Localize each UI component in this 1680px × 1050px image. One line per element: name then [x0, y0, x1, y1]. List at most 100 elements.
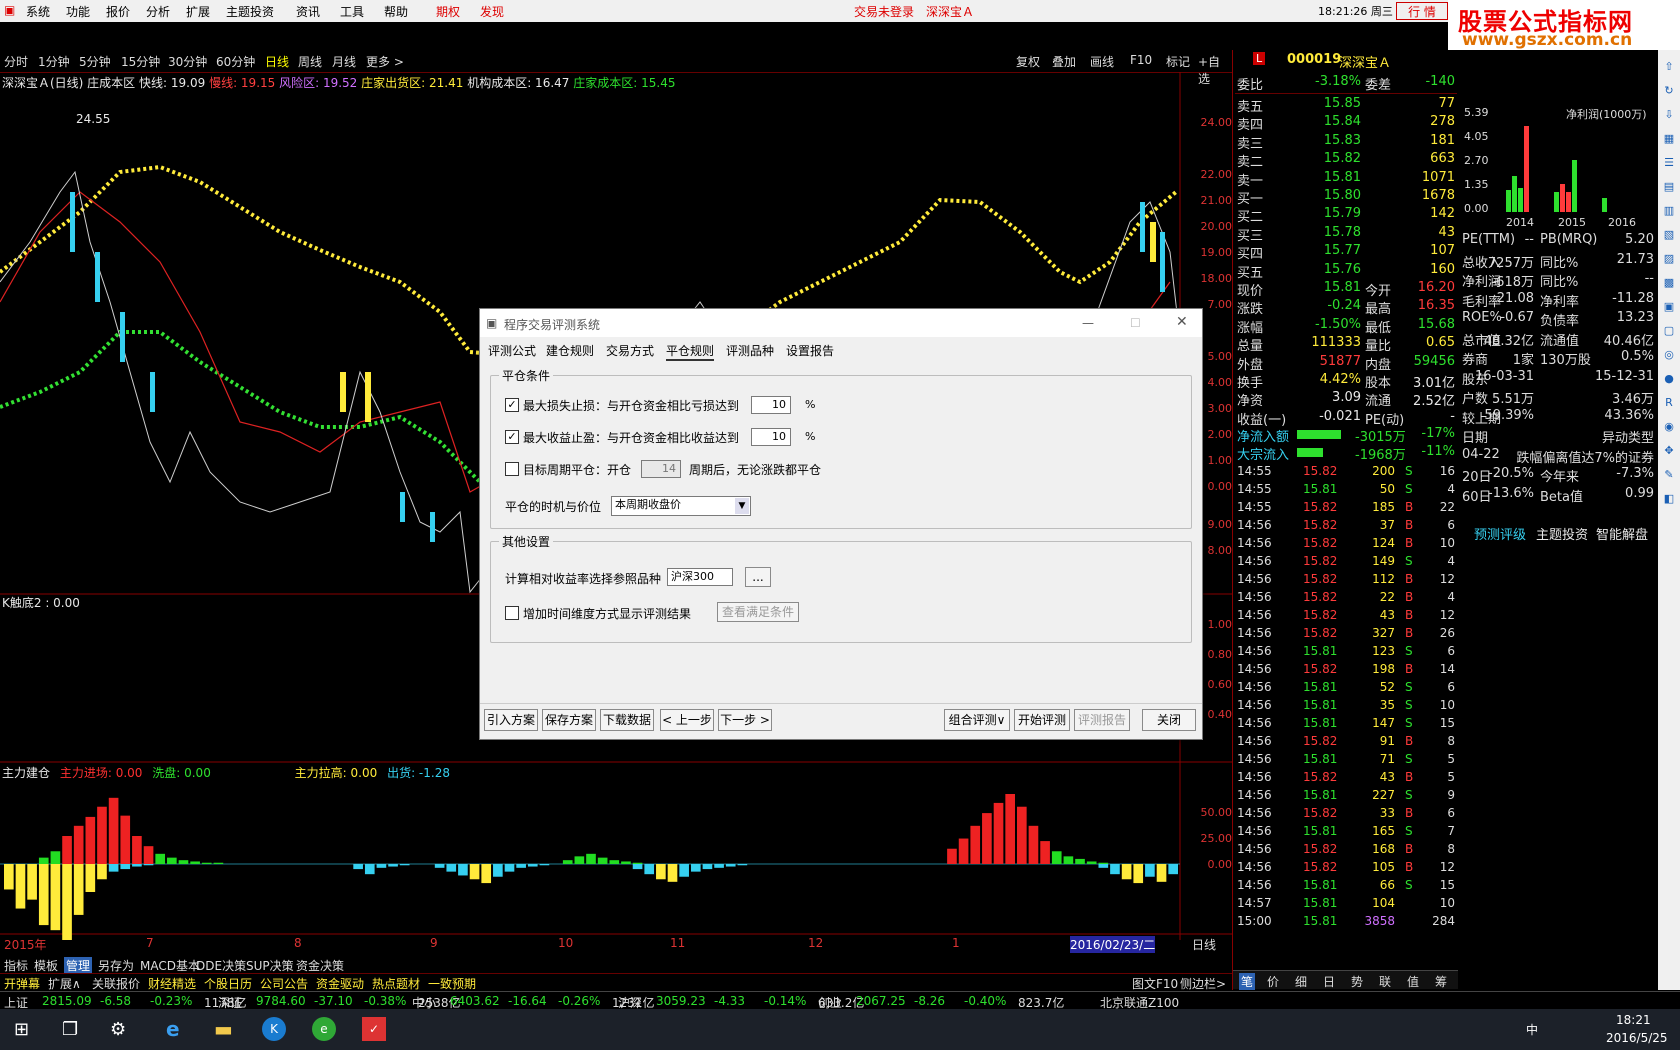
stop-icon[interactable]: ◉	[1662, 420, 1676, 434]
tab-value[interactable]: 值	[1407, 973, 1419, 990]
dot-icon[interactable]: ●	[1662, 372, 1676, 386]
takeprofit-checkbox[interactable]: ✓	[505, 430, 519, 444]
btn-sup[interactable]: SUP决策	[246, 957, 294, 974]
tool-overlay[interactable]: 叠加	[1052, 53, 1076, 70]
list-icon[interactable]: ☰	[1662, 156, 1676, 170]
edge-icon[interactable]: e	[166, 1017, 180, 1041]
time-dim-checkbox[interactable]	[505, 606, 519, 620]
btn-stock-calendar[interactable]: 个股日历	[204, 975, 252, 992]
k-app-icon[interactable]: K	[262, 1017, 286, 1041]
menu-theme[interactable]: 主题投资	[226, 3, 274, 20]
refresh-icon[interactable]: ↻	[1662, 84, 1676, 98]
btn-f10-text[interactable]: 图文F10	[1132, 975, 1178, 992]
next-step-button[interactable]: 下一步 >	[718, 709, 772, 731]
tab-formula[interactable]: 评测公式	[488, 342, 536, 359]
link-forecast[interactable]: 预测评级	[1474, 524, 1526, 543]
tab-ticks[interactable]: 笔	[1239, 973, 1256, 990]
chevron-down-icon[interactable]: ▼	[735, 498, 749, 514]
tab-instruments[interactable]: 评测品种	[726, 342, 774, 359]
btn-save-as[interactable]: 另存为	[98, 957, 134, 974]
task-view-icon[interactable]: ❐	[62, 1019, 78, 1040]
tab-open-rules[interactable]: 建仓规则	[546, 342, 594, 359]
tab-detail[interactable]: 细	[1295, 973, 1307, 990]
grid-icon[interactable]: ▦	[1662, 132, 1676, 146]
windows-start-icon[interactable]: ⊞	[14, 1019, 29, 1040]
btn-announcement[interactable]: 公司公告	[260, 975, 308, 992]
trade-toggle[interactable]: 行 情	[1396, 2, 1448, 20]
down-arrow-icon[interactable]: ⇩	[1662, 108, 1676, 122]
app-icon[interactable]: ⚙	[110, 1019, 126, 1040]
target-icon[interactable]: ◎	[1662, 348, 1676, 362]
period-30min[interactable]: 30分钟	[168, 53, 207, 70]
btn-finance-news[interactable]: 财经精选	[148, 975, 196, 992]
minimize-icon[interactable]: —	[1082, 316, 1094, 330]
tab-chips[interactable]: 筹	[1435, 973, 1447, 990]
tool-draw[interactable]: 画线	[1090, 53, 1114, 70]
tab-day[interactable]: 日	[1323, 973, 1335, 990]
btn-manage[interactable]: 管理	[64, 957, 93, 974]
btn-fund[interactable]: 资金决策	[296, 957, 344, 974]
menu-options[interactable]: 期权	[436, 3, 460, 20]
stoploss-checkbox[interactable]: ✓	[505, 398, 519, 412]
btn-consensus[interactable]: 一致预期	[428, 975, 476, 992]
download-data-button[interactable]: 下载数据	[600, 709, 654, 731]
f2-icon[interactable]: ▣	[1662, 300, 1676, 314]
menu-quote[interactable]: 报价	[106, 3, 130, 20]
pen-icon[interactable]: ✎	[1662, 468, 1676, 482]
login-status[interactable]: 交易未登录	[854, 3, 914, 20]
period-5min[interactable]: 5分钟	[79, 53, 111, 70]
menu-help[interactable]: 帮助	[384, 3, 408, 20]
ref-input[interactable]: 沪深300	[667, 568, 733, 586]
ref-browse-button[interactable]: ...	[745, 567, 771, 587]
period-60min[interactable]: 60分钟	[216, 53, 255, 70]
tab-report-settings[interactable]: 设置报告	[786, 342, 834, 359]
kline-icon[interactable]: ▥	[1662, 204, 1676, 218]
folder-icon[interactable]: ▬	[214, 1017, 233, 1041]
period-daily[interactable]: 日线	[265, 53, 289, 70]
period-more[interactable]: 更多 >	[366, 53, 404, 70]
btn-fund-drive[interactable]: 资金驱动	[316, 975, 364, 992]
tool-mark[interactable]: 标记	[1166, 53, 1190, 70]
stock-app-icon[interactable]: ✓	[362, 1017, 386, 1041]
btn-template[interactable]: 模板	[34, 957, 58, 974]
stoploss-input[interactable]: 10	[751, 396, 791, 414]
btn-extend[interactable]: 扩展∧	[48, 975, 81, 992]
import-plan-button[interactable]: 引入方案	[484, 709, 538, 731]
timing-select[interactable]: 本周期收盘价 ▼	[611, 496, 751, 516]
btn-hot-topic[interactable]: 热点题材	[372, 975, 420, 992]
move-icon[interactable]: ✥	[1662, 444, 1676, 458]
tab-linked[interactable]: 联	[1379, 973, 1391, 990]
btn-indicator[interactable]: 指标	[4, 957, 28, 974]
up-arrow-icon[interactable]: ⇧	[1662, 60, 1676, 74]
btn-related-quote[interactable]: 关联报价	[92, 975, 140, 992]
tab-trend[interactable]: 势	[1351, 973, 1363, 990]
combo-eval-button[interactable]: 组合评测∨	[944, 709, 1010, 731]
takeprofit-input[interactable]: 10	[751, 428, 791, 446]
close-icon[interactable]: ✕	[1176, 314, 1188, 330]
menu-news[interactable]: 资讯	[296, 3, 320, 20]
f10-icon[interactable]: ▨	[1662, 252, 1676, 266]
period-weekly[interactable]: 周线	[298, 53, 322, 70]
btn-danmaku[interactable]: 开弹幕	[4, 975, 40, 992]
menu-analysis[interactable]: 分析	[146, 3, 170, 20]
close-button[interactable]: 关闭	[1142, 709, 1196, 731]
link-smart[interactable]: 智能解盘	[1596, 524, 1648, 543]
menu-function[interactable]: 功能	[66, 3, 90, 20]
link-theme[interactable]: 主题投资	[1536, 524, 1588, 543]
period-15min[interactable]: 15分钟	[121, 53, 160, 70]
menu-extend[interactable]: 扩展	[186, 3, 210, 20]
lock-icon[interactable]: ▢	[1662, 324, 1676, 338]
tool-restore-rights[interactable]: 复权	[1016, 53, 1040, 70]
tool-f10[interactable]: F10	[1130, 53, 1152, 67]
period-intraday[interactable]: 分时	[4, 53, 28, 70]
prev-step-button[interactable]: < 上一步	[660, 709, 714, 731]
menu-discover[interactable]: 发现	[480, 3, 504, 20]
ie-app-icon[interactable]: e	[312, 1017, 336, 1041]
tab-price[interactable]: 价	[1267, 973, 1279, 990]
period-close-checkbox[interactable]	[505, 462, 519, 476]
btn-sidebar[interactable]: 侧边栏>	[1180, 975, 1226, 992]
period-close-input[interactable]: 14	[641, 460, 681, 478]
save-plan-button[interactable]: 保存方案	[542, 709, 596, 731]
btn-macd[interactable]: MACD基本	[140, 957, 200, 974]
info-icon[interactable]: ▩	[1662, 276, 1676, 290]
